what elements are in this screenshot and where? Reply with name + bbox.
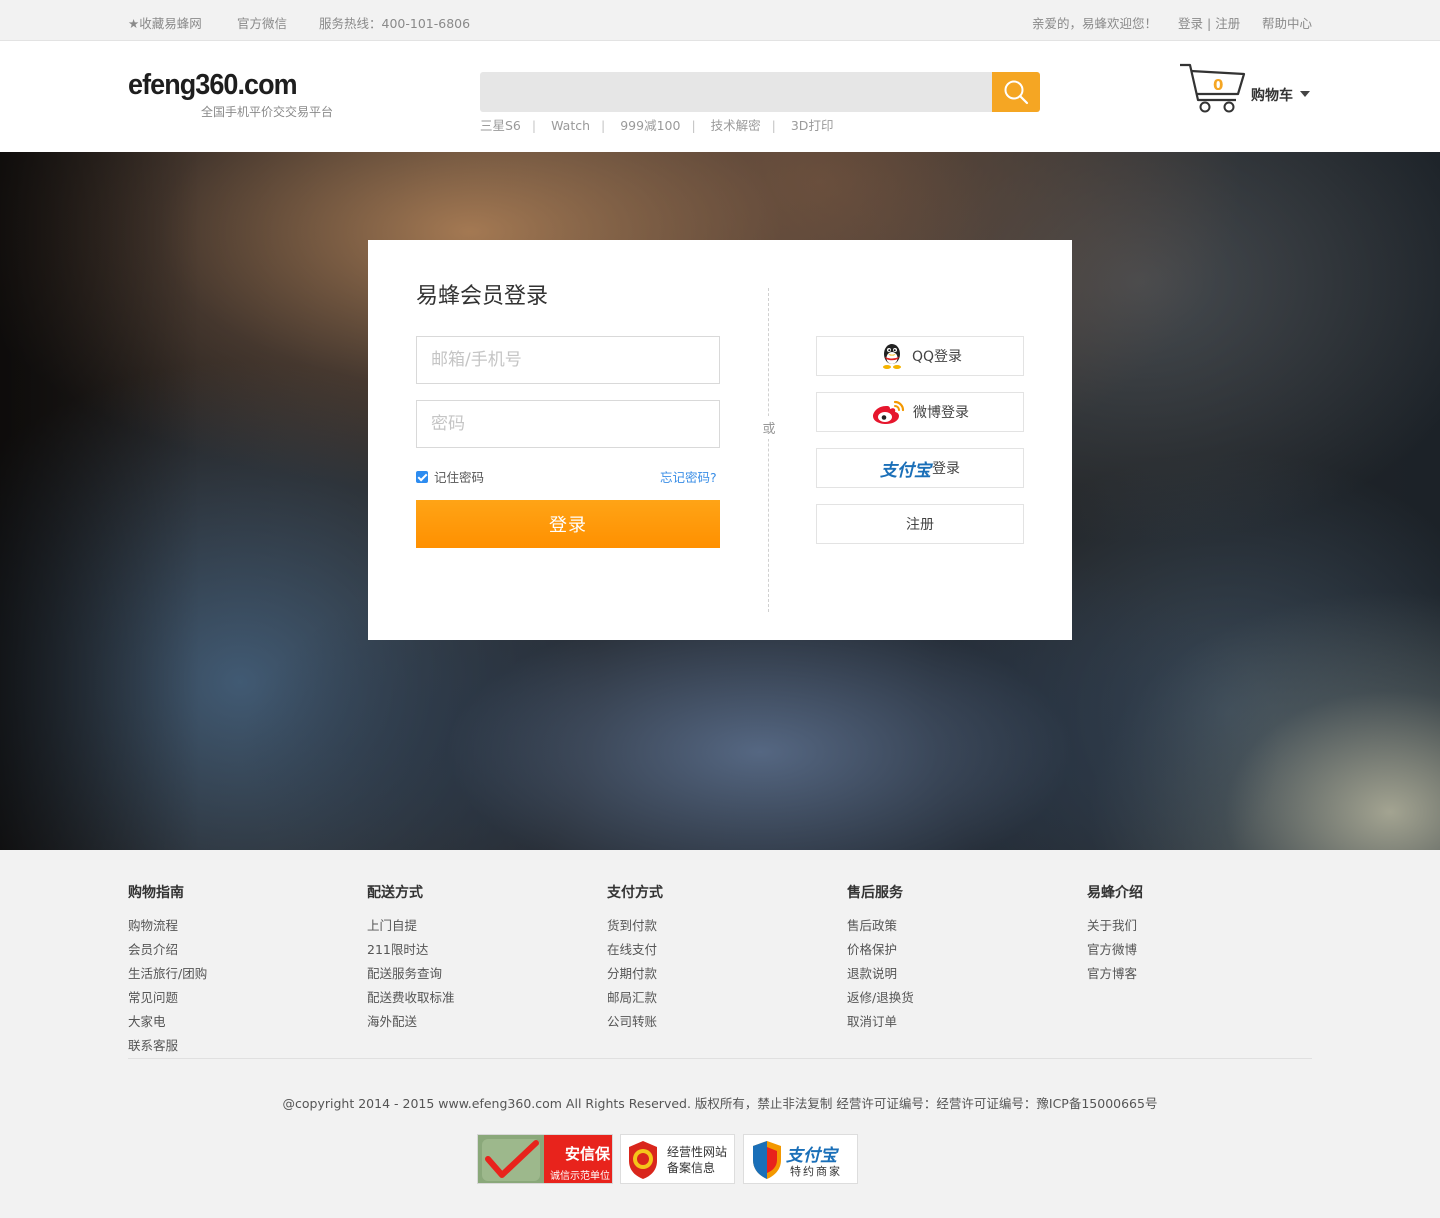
login-panel: 易蜂会员登录 记住密码 忘记密码? 登录 或 QQ登录 — [368, 240, 1072, 640]
alipay-login-label: 登录 — [932, 461, 960, 477]
hotword[interactable]: 技术解密 — [711, 118, 761, 133]
anxinbao-badge[interactable]: 安信保 诚信示范单位 — [477, 1134, 613, 1184]
hot-search-words: 三星S6 | Watch | 999减100 | 技术解密 | 3D打印 — [480, 118, 834, 133]
auth-links: 登录 | 注册 — [1178, 13, 1240, 32]
footer-link[interactable]: 官方微博 — [1087, 938, 1143, 962]
wechat-link[interactable]: 官方微信 — [237, 13, 287, 32]
site-footer: 购物指南 购物流程 会员介绍 生活旅行/团购 常见问题 大家电 联系客服 配送方… — [0, 850, 1440, 1218]
footer-link[interactable]: 联系客服 — [128, 1034, 207, 1058]
footer-link[interactable]: 分期付款 — [607, 962, 663, 986]
footer-column-title: 售后服务 — [847, 885, 903, 901]
footer-link[interactable]: 退款说明 — [847, 962, 914, 986]
favorite-link[interactable]: ★收藏易蜂网 — [128, 13, 202, 32]
password-input[interactable] — [416, 400, 720, 448]
qq-login-label: QQ登录 — [911, 349, 963, 365]
forgot-password-link[interactable]: 忘记密码? — [660, 467, 717, 486]
footer-column-title: 购物指南 — [128, 885, 184, 901]
hotword[interactable]: 999减100 — [620, 118, 680, 133]
footer-link[interactable]: 官方博客 — [1087, 962, 1143, 986]
register-button[interactable]: 注册 — [816, 504, 1024, 544]
footer-column-title: 配送方式 — [367, 885, 423, 901]
register-label: 注册 — [906, 517, 934, 533]
divider — [768, 288, 769, 612]
site-logo[interactable]: efeng360.com — [128, 69, 298, 102]
footer-link[interactable]: 公司转账 — [607, 1010, 663, 1034]
footer-link[interactable]: 购物流程 — [128, 914, 207, 938]
footer-link[interactable]: 会员介绍 — [128, 938, 207, 962]
footer-link[interactable]: 配送服务查询 — [367, 962, 455, 986]
record-line1: 经营性网站 — [667, 1145, 728, 1159]
qq-login-button[interactable]: QQ登录 — [816, 336, 1024, 376]
login-button[interactable]: 登录 — [416, 500, 720, 548]
footer-column-delivery: 配送方式 上门自提 211限时达 配送服务查询 配送费收取标准 海外配送 — [367, 882, 455, 1034]
footer-column-guide: 购物指南 购物流程 会员介绍 生活旅行/团购 常见问题 大家电 联系客服 — [128, 882, 207, 1058]
shield-icon — [629, 1141, 657, 1179]
remember-password[interactable]: 记住密码 — [416, 467, 484, 486]
anxinbao-subtitle: 诚信示范单位 — [550, 1171, 610, 1182]
remember-label: 记住密码 — [434, 470, 485, 485]
footer-link[interactable]: 上门自提 — [367, 914, 455, 938]
top-register-link[interactable]: 注册 — [1215, 16, 1240, 31]
alipay-login-button[interactable]: 支付宝 登录 — [816, 448, 1024, 488]
or-label: 或 — [760, 416, 778, 439]
qq-icon — [878, 341, 906, 371]
service-hotline: 服务热线：400-101-6806 — [319, 16, 471, 31]
footer-link[interactable]: 关于我们 — [1087, 914, 1143, 938]
cart-count: 0 — [1213, 76, 1224, 94]
search-button[interactable] — [992, 72, 1040, 112]
hotword[interactable]: 三星S6 — [480, 118, 521, 133]
footer-link[interactable]: 在线支付 — [607, 938, 663, 962]
star-icon: ★ — [128, 16, 140, 31]
shopping-cart[interactable]: 0 购物车 — [1178, 60, 1318, 116]
footer-link[interactable]: 价格保护 — [847, 938, 914, 962]
site-tagline: 全国手机平价交交易平台 — [201, 105, 334, 119]
footer-link[interactable]: 取消订单 — [847, 1010, 914, 1034]
search-icon — [1004, 80, 1029, 105]
footer-divider — [128, 1058, 1312, 1059]
search-input[interactable] — [480, 72, 992, 112]
footer-link[interactable]: 211限时达 — [367, 938, 455, 962]
footer-column-payment: 支付方式 货到付款 在线支付 分期付款 邮局汇款 公司转账 — [607, 882, 663, 1034]
site-header: efeng360.com 全国手机平价交交易平台 三星S6 | Watch | 99… — [0, 41, 1440, 152]
footer-link[interactable]: 货到付款 — [607, 914, 663, 938]
check-icon — [478, 1135, 544, 1183]
weibo-icon — [871, 398, 907, 426]
remember-checkbox[interactable] — [416, 470, 428, 483]
shield-icon — [753, 1141, 781, 1179]
hotword[interactable]: 3D打印 — [791, 118, 834, 133]
footer-link[interactable]: 配送费收取标准 — [367, 986, 455, 1010]
help-center-link[interactable]: 帮助中心 — [1262, 13, 1312, 32]
hotword[interactable]: Watch — [551, 118, 590, 133]
footer-link[interactable]: 常见问题 — [128, 986, 207, 1010]
footer-link[interactable]: 大家电 — [128, 1010, 207, 1034]
footer-link[interactable]: 生活旅行/团购 — [128, 962, 207, 986]
alipay-merchant-badge[interactable]: 支付宝 特约商家 — [743, 1134, 858, 1184]
account-input[interactable] — [416, 336, 720, 384]
copyright-text: @copyright 2014 - 2015 www.efeng360.com … — [282, 1096, 1158, 1111]
business-record-badge[interactable]: 经营性网站 备案信息 — [620, 1134, 735, 1184]
top-divider: | — [1207, 16, 1212, 31]
weibo-login-button[interactable]: 微博登录 — [816, 392, 1024, 432]
footer-column-title: 支付方式 — [607, 885, 663, 901]
top-bar: ★收藏易蜂网 官方微信 服务热线：400-101-6806 亲爱的，易蜂欢迎您！… — [0, 0, 1440, 41]
anxinbao-title: 安信保 — [564, 1145, 610, 1163]
footer-link[interactable]: 售后政策 — [847, 914, 914, 938]
welcome-text: 亲爱的，易蜂欢迎您！ — [1032, 16, 1158, 31]
alipay-badge-subtitle: 特约商家 — [790, 1165, 842, 1178]
footer-column-about: 易蜂介绍 关于我们 官方微博 官方博客 — [1087, 882, 1143, 986]
footer-column-aftersales: 售后服务 售后政策 价格保护 退款说明 返修/退换货 取消订单 — [847, 882, 914, 1034]
weibo-login-label: 微博登录 — [913, 405, 969, 421]
cart-label: 购物车 — [1251, 88, 1293, 104]
footer-link[interactable]: 海外配送 — [367, 1010, 455, 1034]
footer-column-title: 易蜂介绍 — [1087, 885, 1143, 901]
chevron-down-icon — [1300, 91, 1310, 97]
login-title: 易蜂会员登录 — [416, 284, 549, 309]
record-line2: 备案信息 — [667, 1161, 716, 1175]
footer-link[interactable]: 邮局汇款 — [607, 986, 663, 1010]
footer-link[interactable]: 返修/退换货 — [847, 986, 914, 1010]
alipay-logo: 支付宝 — [880, 460, 931, 481]
top-login-link[interactable]: 登录 — [1178, 16, 1203, 31]
